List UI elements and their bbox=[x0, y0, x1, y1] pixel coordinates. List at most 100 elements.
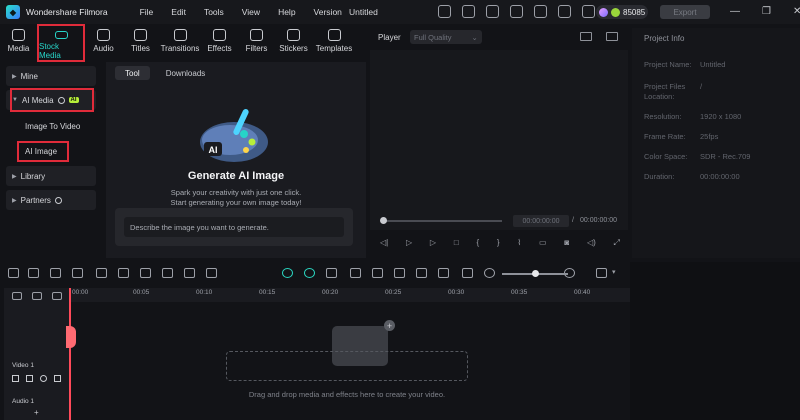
sidebar-item-image-to-video[interactable]: Image To Video bbox=[25, 122, 80, 131]
display-icon[interactable]: ▭ bbox=[539, 238, 547, 248]
credits-count: 85085 bbox=[623, 7, 646, 17]
export-button[interactable]: Export bbox=[660, 5, 710, 19]
caption-icon[interactable] bbox=[438, 268, 449, 278]
minimize-icon[interactable]: — bbox=[730, 6, 740, 17]
track-effect-icon[interactable] bbox=[54, 375, 61, 382]
tool-stock-media[interactable]: Stock Media bbox=[37, 24, 85, 62]
help-icon[interactable] bbox=[54, 196, 62, 204]
menu-help[interactable]: Help bbox=[278, 7, 295, 17]
tool-stickers[interactable]: Stickers bbox=[275, 24, 312, 62]
menu-view[interactable]: View bbox=[242, 7, 260, 17]
render-icon[interactable] bbox=[326, 268, 337, 278]
player-controls: ◁| ▷ ▷ □ { } ⌇ ▭ ◙ ◁) ⤢ bbox=[380, 238, 620, 248]
track-audio-icon[interactable] bbox=[26, 375, 33, 382]
tab-tool[interactable]: Tool bbox=[115, 66, 150, 80]
tool-transitions[interactable]: Transitions bbox=[159, 24, 201, 62]
track-visibility-icon[interactable] bbox=[40, 375, 47, 382]
cloud-icon[interactable] bbox=[534, 5, 547, 18]
menu-file[interactable]: File bbox=[140, 7, 154, 17]
credits-badge[interactable]: 85085 bbox=[596, 5, 648, 19]
scrub-handle[interactable] bbox=[380, 217, 387, 224]
filmora-logo-icon: ◆ bbox=[6, 5, 20, 19]
playhead[interactable] bbox=[69, 288, 71, 420]
grid-icon[interactable] bbox=[582, 5, 595, 18]
description-line: Spark your creativity with just one clic… bbox=[170, 188, 302, 197]
delete-icon[interactable] bbox=[96, 268, 107, 278]
tab-downloads[interactable]: Downloads bbox=[156, 66, 216, 80]
layout-grid-icon[interactable] bbox=[8, 268, 19, 278]
drop-zone[interactable] bbox=[226, 351, 468, 381]
ai-tool-icon[interactable] bbox=[350, 268, 361, 278]
zoom-out-icon[interactable] bbox=[484, 268, 495, 278]
maximize-icon[interactable]: ❐ bbox=[762, 6, 771, 17]
prompt-input[interactable]: Describe the image you want to generate. bbox=[124, 217, 344, 237]
microphone-icon[interactable] bbox=[394, 268, 405, 278]
split-icon[interactable] bbox=[118, 268, 129, 278]
marker-icon[interactable]: ⌇ bbox=[517, 238, 521, 248]
fullscreen-icon[interactable]: ⤢ bbox=[614, 238, 620, 248]
stop-icon[interactable]: □ bbox=[454, 238, 459, 248]
sidebar-item-partners[interactable]: ▶ Partners bbox=[6, 190, 96, 210]
info-value: 00:00:00:00 bbox=[700, 172, 740, 181]
audio-icon bbox=[97, 29, 110, 41]
crop-icon[interactable] bbox=[162, 268, 173, 278]
shield-icon[interactable] bbox=[372, 268, 383, 278]
link-icon[interactable] bbox=[12, 292, 22, 300]
menu-edit[interactable]: Edit bbox=[171, 7, 186, 17]
sidebar-item-mine[interactable]: ▶ Mine bbox=[6, 66, 96, 86]
prev-frame-icon[interactable]: ◁| bbox=[380, 238, 388, 248]
layout-icon[interactable] bbox=[486, 5, 499, 18]
tool-audio[interactable]: Audio bbox=[85, 24, 122, 62]
zoom-slider-handle[interactable] bbox=[532, 270, 539, 277]
menu-version[interactable]: Version bbox=[314, 7, 342, 17]
play-reverse-icon[interactable]: ▷ bbox=[406, 238, 412, 248]
auto-ripple-icon[interactable] bbox=[282, 268, 293, 278]
volume-icon[interactable]: ◁) bbox=[587, 238, 596, 248]
preview-screen bbox=[370, 50, 628, 230]
chevron-down-icon[interactable]: ▾ bbox=[612, 268, 616, 276]
playhead-handle[interactable] bbox=[66, 326, 76, 348]
stock-media-icon bbox=[54, 31, 68, 39]
track-manager-icon[interactable] bbox=[52, 292, 62, 300]
tool-label: Templates bbox=[315, 44, 353, 53]
history-icon[interactable] bbox=[510, 5, 523, 18]
more-grid-icon[interactable] bbox=[596, 268, 607, 278]
add-track-icon[interactable]: + bbox=[34, 408, 39, 417]
info-value: SDR - Rec.709 bbox=[700, 152, 751, 161]
split-screen-icon[interactable] bbox=[462, 268, 473, 278]
camera-icon[interactable]: ◙ bbox=[564, 238, 569, 248]
ruler-tick: 00:25 bbox=[385, 289, 402, 296]
grid-view-icon[interactable] bbox=[580, 32, 592, 41]
scrub-bar[interactable] bbox=[382, 220, 502, 222]
timeline-ruler: 00:00 00:05 00:10 00:15 00:20 00:25 00:3… bbox=[70, 288, 630, 302]
menu-tools[interactable]: Tools bbox=[204, 7, 224, 17]
audio-mixer-icon[interactable] bbox=[416, 268, 427, 278]
text-tool-icon[interactable] bbox=[140, 268, 151, 278]
close-icon[interactable]: ✕ bbox=[793, 6, 800, 17]
undo-icon[interactable] bbox=[50, 268, 61, 278]
send-icon[interactable] bbox=[462, 5, 475, 18]
select-tool-icon[interactable] bbox=[28, 268, 39, 278]
mark-in-icon[interactable]: { bbox=[476, 238, 479, 248]
tool-media[interactable]: Media bbox=[0, 24, 37, 62]
sidebar-item-library[interactable]: ▶ Library bbox=[6, 166, 96, 186]
tool-effects[interactable]: Effects bbox=[201, 24, 238, 62]
quality-select[interactable]: Full Quality ⌄ bbox=[410, 30, 482, 44]
support-icon[interactable] bbox=[558, 5, 571, 18]
speed-icon[interactable] bbox=[184, 268, 195, 278]
play-icon[interactable]: ▷ bbox=[430, 238, 436, 248]
mark-out-icon[interactable]: } bbox=[497, 238, 500, 248]
tool-filters[interactable]: Filters bbox=[238, 24, 275, 62]
hero-badge: AI bbox=[209, 145, 218, 155]
track-lock-icon[interactable] bbox=[12, 375, 19, 382]
tool-templates[interactable]: Templates bbox=[312, 24, 356, 62]
caret-right-icon: ▶ bbox=[12, 197, 17, 204]
gift-icon[interactable] bbox=[438, 5, 451, 18]
snapshot-view-icon[interactable] bbox=[606, 32, 618, 41]
track-add-icon[interactable] bbox=[32, 292, 42, 300]
snap-icon[interactable] bbox=[304, 268, 315, 278]
tool-titles[interactable]: Titles bbox=[122, 24, 159, 62]
color-icon[interactable] bbox=[206, 268, 217, 278]
add-media-icon[interactable]: + bbox=[384, 320, 395, 331]
redo-icon[interactable] bbox=[72, 268, 83, 278]
